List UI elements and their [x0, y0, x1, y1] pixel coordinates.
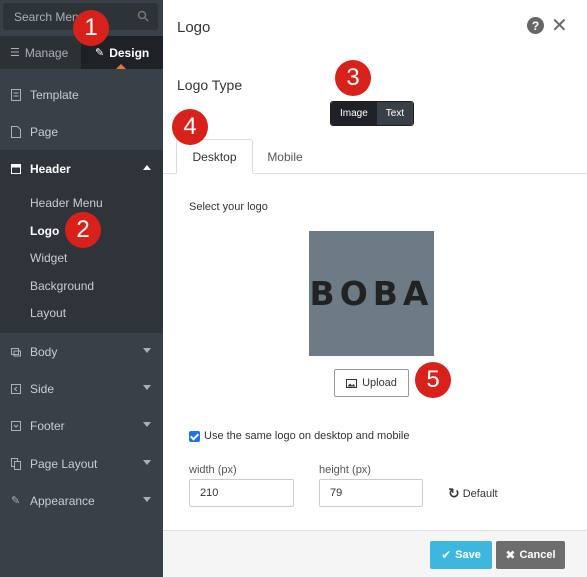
body-icon	[11, 347, 21, 356]
image-icon	[346, 378, 358, 388]
sidebar-item-template[interactable]: Template	[0, 76, 163, 113]
same-logo-option: Use the same logo on desktop and mobile	[189, 430, 409, 442]
width-label: width (px)	[189, 464, 237, 476]
annotation-badge-2: 2	[65, 212, 101, 248]
cancel-label: Cancel	[519, 549, 556, 561]
brush-icon: ✎	[11, 494, 21, 507]
tab-mobile[interactable]: Mobile	[253, 139, 317, 174]
select-logo-label: Select your logo	[189, 201, 268, 213]
sidebar-item-label: Template	[30, 87, 79, 102]
brush-icon: ✎	[95, 47, 105, 59]
header-icon	[11, 163, 21, 174]
sidebar-item-label: Appearance	[30, 493, 95, 508]
height-label: height (px)	[319, 464, 371, 476]
copy-icon	[11, 457, 21, 470]
chevron-down-icon	[143, 460, 151, 465]
manage-tab[interactable]: ☰ Manage	[0, 36, 81, 69]
check-icon: ✔	[441, 548, 452, 562]
page-title: Logo	[177, 19, 211, 36]
height-input[interactable]: 79	[319, 479, 423, 507]
manage-label: Manage	[24, 45, 69, 60]
same-logo-label: Use the same logo on desktop and mobile	[204, 430, 410, 442]
page-icon	[11, 125, 21, 138]
logo-type-label: Logo Type	[177, 77, 243, 93]
upload-button[interactable]: Upload	[334, 369, 409, 397]
search-icon	[137, 10, 149, 22]
document-icon	[11, 88, 21, 101]
sidebar-item-label: Page	[30, 124, 59, 139]
submenu-item-widget[interactable]: Widget	[30, 251, 67, 265]
sidebar-item-label: Body	[30, 344, 58, 359]
sidebar-item-page-layout[interactable]: Page Layout	[0, 445, 163, 482]
list-icon: ☰	[10, 47, 20, 59]
sidebar-item-label: Footer	[30, 418, 65, 433]
close-icon[interactable]: ✕	[551, 13, 568, 38]
sidebar-item-side[interactable]: Side	[0, 370, 163, 407]
reset-icon: ↻	[448, 485, 460, 501]
logo-preview-text: BOBA	[309, 274, 434, 313]
logo-settings-panel: Logo ? ✕ Logo Type Image Text Desktop Mo…	[163, 0, 587, 577]
submenu-item-header-menu[interactable]: Header Menu	[30, 196, 103, 210]
width-input[interactable]: 210	[189, 479, 294, 507]
chevron-down-icon	[143, 348, 151, 353]
header-submenu: Header Menu Logo Widget Background Layou…	[0, 187, 163, 333]
logo-type-image-button[interactable]: Image	[331, 102, 377, 125]
side-icon	[11, 383, 21, 394]
annotation-badge-5: 5	[415, 362, 451, 398]
cancel-button[interactable]: ✖ Cancel	[496, 541, 565, 569]
annotation-badge-1: 1	[73, 10, 109, 46]
annotation-badge-3: 3	[335, 60, 371, 96]
annotation-badge-4: 4	[172, 109, 208, 145]
submenu-item-background[interactable]: Background	[30, 279, 94, 293]
submenu-item-layout[interactable]: Layout	[30, 306, 66, 320]
sidebar-item-label: Header	[30, 161, 71, 176]
sidebar-item-page[interactable]: Page	[0, 113, 163, 150]
default-button[interactable]: ↻ Default	[448, 485, 498, 502]
chevron-up-icon	[143, 165, 151, 170]
sidebar-item-header[interactable]: Header	[0, 150, 163, 187]
default-label: Default	[462, 487, 498, 500]
sidebar-item-body[interactable]: Body	[0, 333, 163, 370]
submenu-item-logo[interactable]: Logo	[30, 224, 59, 238]
chevron-down-icon	[143, 422, 151, 427]
footer-icon	[11, 420, 21, 431]
logo-preview: BOBA	[309, 231, 434, 356]
sidebar-item-appearance[interactable]: ✎ Appearance	[0, 482, 163, 519]
close-icon: ✖	[505, 548, 516, 562]
save-label: Save	[455, 549, 481, 561]
sidebar: Search Menu ☰ Manage ✎ Design Template P…	[0, 0, 163, 577]
sidebar-item-label: Page Layout	[30, 456, 98, 471]
logo-type-toggle: Image Text	[330, 101, 415, 126]
design-label: Design	[109, 45, 150, 60]
sidebar-item-footer[interactable]: Footer	[0, 407, 163, 444]
help-icon[interactable]: ?	[527, 17, 544, 34]
save-button[interactable]: ✔ Save	[430, 541, 492, 569]
chevron-down-icon	[143, 497, 151, 502]
same-logo-checkbox[interactable]	[189, 430, 200, 442]
chevron-down-icon	[143, 385, 151, 390]
sidebar-item-label: Side	[30, 381, 55, 396]
upload-label: Upload	[362, 377, 397, 389]
logo-type-text-button[interactable]: Text	[376, 102, 414, 125]
